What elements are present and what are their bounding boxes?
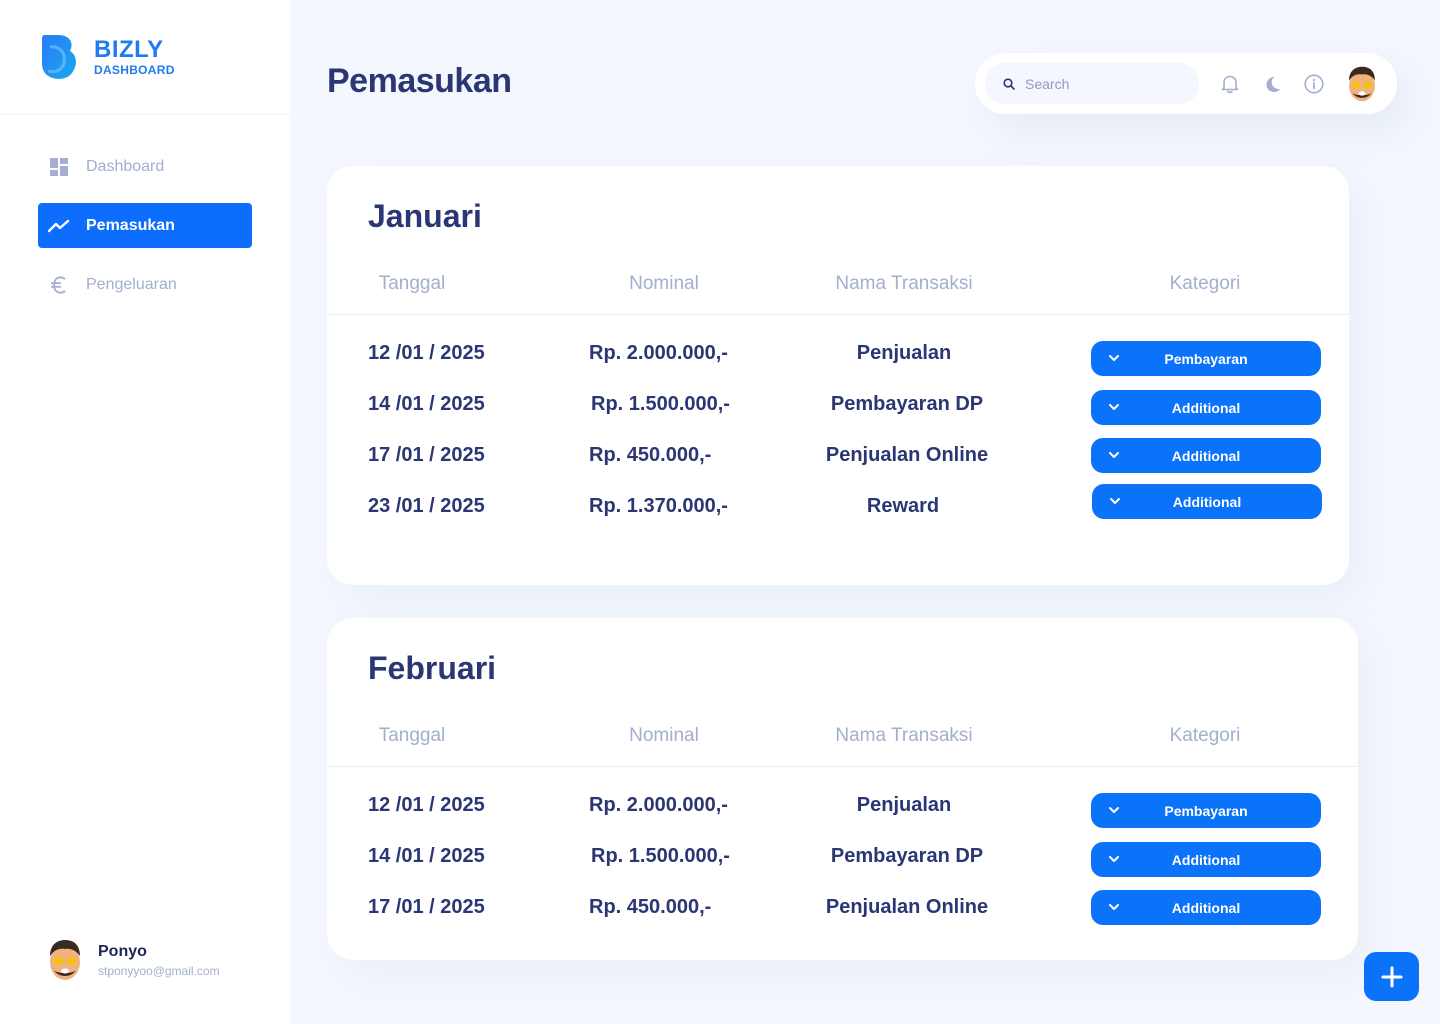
column-header-amount: Nominal [629,273,699,294]
cell-date: 17 /01 / 2025 [368,444,485,466]
user-profile[interactable]: Ponyo stponyyoo@gmail.com [46,938,220,982]
bizly-logo-icon [42,35,76,79]
table-header: Tanggal Nominal Nama Transaksi Kategori [327,725,1358,767]
month-card-februari: Februari Tanggal Nominal Nama Transaksi … [327,618,1358,960]
cell-date: 14 /01 / 2025 [368,393,485,415]
sidebar-item-pemasukan[interactable]: Pemasukan [38,203,252,248]
sidebar-item-pengeluaran[interactable]: Pengeluaran [38,262,252,307]
cell-amount: Rp. 1.370.000,- [589,495,728,517]
cell-date: 12 /01 / 2025 [368,794,485,816]
table-row: 12 /01 / 2025 Rp. 2.000.000,- Penjualan … [327,340,1349,376]
page-title: Pemasukan [327,62,512,100]
cell-date: 14 /01 / 2025 [368,845,485,867]
sidebar-nav: Dashboard Pemasukan Pengeluaran [38,144,252,321]
cell-amount: Rp. 450.000,- [589,896,712,918]
add-button[interactable] [1364,952,1419,1001]
table-row: 14 /01 / 2025 Rp. 1.500.000,- Pembayaran… [327,390,1349,427]
category-label: Additional [1171,851,1241,868]
category-label: Additional [1172,493,1242,510]
sidebar-item-dashboard[interactable]: Dashboard [38,144,252,189]
moon-icon[interactable] [1261,73,1283,95]
column-header-name: Nama Transaksi [835,725,973,746]
cell-name: Reward [866,495,940,517]
table-header: Tanggal Nominal Nama Transaksi Kategori [327,273,1349,315]
sidebar: BIZLY DASHBOARD Dashboard Pemasukan Peng… [0,0,290,1024]
column-header-date: Tanggal [378,725,446,746]
search-icon [1003,77,1015,90]
column-header-name: Nama Transaksi [835,273,973,294]
category-dropdown[interactable]: Pembayaran [1091,793,1321,828]
dashboard-grid-icon [48,156,70,178]
topbar [975,53,1397,114]
column-header-category: Kategori [1169,725,1241,746]
avatar[interactable] [1345,65,1379,103]
cell-name: Pembayaran DP [830,845,984,867]
column-header-date: Tanggal [378,273,446,294]
user-email: stponyyoo@gmail.com [98,963,220,978]
brand[interactable]: BIZLY DASHBOARD [0,0,290,115]
trending-up-icon [48,215,70,237]
category-dropdown[interactable]: Additional [1091,438,1321,473]
category-label: Additional [1171,447,1241,464]
category-dropdown[interactable]: Additional [1091,890,1321,925]
category-dropdown[interactable]: Pembayaran [1091,341,1321,376]
sidebar-item-label: Pengeluaran [86,275,177,293]
user-name: Ponyo [98,942,147,960]
avatar [50,940,80,980]
month-title: Februari [368,650,497,686]
category-label: Pembayaran [1164,350,1248,367]
cell-date: 23 /01 / 2025 [368,495,485,517]
sidebar-item-label: Pemasukan [86,216,175,234]
category-dropdown[interactable]: Additional [1092,484,1322,519]
cell-name: Penjualan Online [825,444,989,466]
table-row: 12 /01 / 2025 Rp. 2.000.000,- Penjualan … [327,792,1358,828]
month-title: Januari [368,198,482,234]
cell-name: Penjualan [856,794,952,816]
category-dropdown[interactable]: Additional [1091,390,1321,425]
cell-date: 17 /01 / 2025 [368,896,485,918]
table-row: 17 /01 / 2025 Rp. 450.000,- Penjualan On… [327,890,1358,930]
category-dropdown[interactable]: Additional [1091,842,1321,877]
cell-name: Penjualan [856,342,952,364]
table-row: 14 /01 / 2025 Rp. 1.500.000,- Pembayaran… [327,842,1358,879]
euro-icon [48,274,70,296]
table-row: 17 /01 / 2025 Rp. 450.000,- Penjualan On… [327,438,1349,478]
sidebar-item-label: Dashboard [86,157,165,175]
bell-icon[interactable] [1219,73,1241,95]
cell-date: 12 /01 / 2025 [368,342,485,364]
cell-amount: Rp. 2.000.000,- [589,342,728,364]
brand-name: BIZLY [94,36,164,63]
cell-amount: Rp. 1.500.000,- [591,845,730,867]
cell-name: Penjualan Online [825,896,989,918]
month-card-januari: Januari Tanggal Nominal Nama Transaksi K… [327,166,1349,585]
cell-amount: Rp. 1.500.000,- [591,393,730,415]
search-box[interactable] [985,63,1199,104]
category-label: Pembayaran [1164,802,1248,819]
column-header-category: Kategori [1169,273,1241,294]
plus-icon [1381,966,1402,987]
info-icon[interactable] [1303,73,1325,95]
cell-amount: Rp. 2.000.000,- [589,794,728,816]
table-row: 23 /01 / 2025 Rp. 1.370.000,- Reward Add… [327,484,1349,529]
brand-subtitle: DASHBOARD [94,63,175,77]
cell-amount: Rp. 450.000,- [589,444,712,466]
category-label: Additional [1171,899,1241,916]
column-header-amount: Nominal [629,725,699,746]
category-label: Additional [1171,399,1241,416]
search-input[interactable] [1025,75,1175,92]
cell-name: Pembayaran DP [830,393,984,415]
